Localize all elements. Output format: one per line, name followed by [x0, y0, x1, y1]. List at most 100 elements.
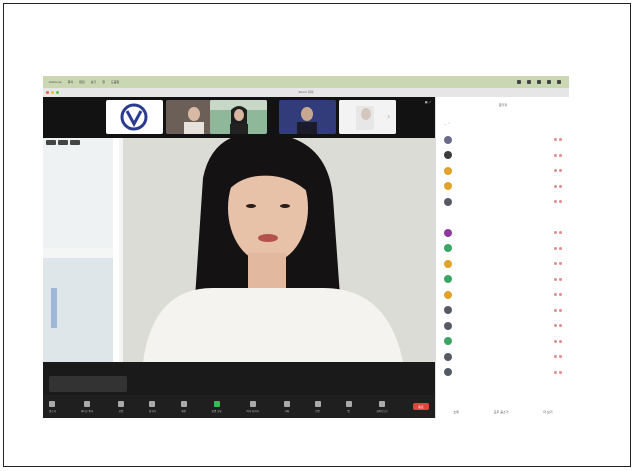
logo-emblem-icon — [120, 103, 148, 131]
mute-all-button[interactable]: 모두 음소거 — [494, 410, 509, 414]
control-video[interactable]: 비디오 중지 — [81, 400, 93, 413]
menu-item-zoom[interactable]: zoom.us — [49, 80, 62, 84]
control-reactions[interactable]: 반응 — [314, 400, 321, 413]
mic-muted-icon — [554, 277, 562, 281]
avatar — [444, 352, 452, 361]
list-item[interactable] — [444, 132, 562, 148]
avatar — [444, 368, 452, 377]
control-apps[interactable]: 앱 — [345, 400, 352, 413]
battery-icon[interactable] — [527, 80, 531, 84]
participant-thumb-4[interactable] — [279, 100, 336, 134]
menu-item-edit[interactable]: 편집 — [79, 80, 85, 84]
control-record[interactable]: 기록 — [283, 400, 290, 413]
participant-video-icon — [279, 100, 336, 134]
search-icon[interactable] — [537, 80, 541, 84]
participant-thumb-1[interactable] — [106, 100, 163, 134]
multi-share-icon — [249, 400, 256, 407]
control-share-screen[interactable]: 화면 공유 — [212, 400, 222, 413]
list-item[interactable] — [444, 163, 562, 179]
list-item[interactable] — [444, 225, 562, 241]
avatar — [444, 321, 452, 330]
control-label: 기록 — [284, 409, 290, 413]
control-participants[interactable]: 참가자 — [149, 400, 156, 413]
camera-icon — [83, 400, 90, 407]
avatar — [444, 306, 452, 315]
mic-muted-icon — [554, 293, 562, 297]
avatar — [444, 275, 452, 284]
closed-caption-box — [49, 376, 127, 392]
list-item[interactable] — [444, 148, 562, 164]
window-title: Zoom 회의 — [298, 90, 314, 94]
mic-muted-icon — [554, 262, 562, 266]
mic-muted-icon — [554, 231, 562, 235]
list-item[interactable] — [444, 179, 562, 195]
list-item[interactable] — [444, 334, 562, 350]
zoom-window: Zoom 회의 › ▦ ⤢ 음소거 비디오 중지 보안 참가자 채팅 화면 공유… — [43, 88, 570, 418]
more-button[interactable]: 더 보기 — [543, 410, 552, 414]
list-item[interactable] — [444, 241, 562, 257]
chevron-right-icon[interactable]: › — [387, 112, 390, 121]
control-label: 앱 — [347, 409, 350, 413]
avatar — [444, 182, 452, 191]
window-titlebar: Zoom 회의 — [43, 88, 569, 97]
view-options-icon[interactable]: ▦ ⤢ — [425, 100, 431, 104]
control-chat[interactable]: 채팅 — [180, 400, 187, 413]
control-whiteboard[interactable]: 화이트보드 — [376, 400, 388, 413]
close-window-icon[interactable] — [46, 91, 49, 94]
mac-menu-bar: zoom.us 회의 편집 보기 창 도움말 — [43, 76, 569, 88]
menu-item-meeting[interactable]: 회의 — [68, 80, 74, 84]
avatar — [444, 197, 452, 206]
control-multi-share[interactable]: 여러 참가자 — [246, 400, 259, 413]
speaker-video-frame — [43, 138, 435, 362]
control-mute[interactable]: 음소거 — [49, 400, 56, 413]
mic-muted-icon — [554, 246, 562, 250]
minimize-window-icon[interactable] — [51, 91, 54, 94]
list-item[interactable] — [444, 194, 562, 210]
participant-list — [444, 132, 562, 380]
control-label: 화이트보드 — [376, 409, 388, 413]
gallery-view-button[interactable] — [58, 140, 68, 145]
invite-button[interactable]: 초대 — [453, 410, 459, 414]
pin-view-button[interactable] — [70, 140, 80, 145]
maximize-window-icon[interactable] — [56, 91, 59, 94]
mic-muted-icon — [554, 355, 562, 359]
control-security[interactable]: 보안 — [118, 400, 125, 413]
control-label: 음소거 — [49, 409, 56, 413]
apps-icon — [345, 400, 352, 407]
list-item[interactable] — [444, 365, 562, 381]
list-item[interactable] — [444, 272, 562, 288]
menu-item-view[interactable]: 보기 — [91, 80, 97, 84]
avatar — [444, 337, 452, 346]
list-item[interactable] — [444, 256, 562, 272]
control-center-icon[interactable] — [547, 80, 551, 84]
whiteboard-icon — [379, 400, 386, 407]
avatar — [444, 151, 452, 160]
meeting-area: › ▦ ⤢ 음소거 비디오 중지 보안 참가자 채팅 화면 공유 여러 참가자 … — [43, 97, 435, 418]
mic-muted-icon — [554, 184, 562, 188]
mic-muted-icon — [554, 138, 562, 142]
mic-muted-icon — [554, 324, 562, 328]
control-label: 채팅 — [181, 409, 187, 413]
mic-muted-icon — [554, 339, 562, 343]
panel-title: 참가자 — [498, 103, 508, 107]
participant-thumb-3[interactable] — [210, 100, 267, 134]
list-item[interactable] — [444, 349, 562, 365]
menu-item-help[interactable]: 도움말 — [111, 80, 119, 84]
share-screen-icon — [213, 400, 220, 407]
avatar — [444, 135, 452, 144]
menu-item-window[interactable]: 창 — [102, 80, 105, 84]
active-speaker-video — [43, 138, 435, 362]
end-meeting-button[interactable]: 종료 — [412, 403, 429, 410]
list-item[interactable] — [444, 287, 562, 303]
participant-strip: › ▦ ⤢ — [43, 97, 435, 138]
list-item[interactable] — [444, 318, 562, 334]
panel-collapse-icon[interactable]: ⌄ ⌃ — [444, 122, 450, 126]
mic-muted-icon — [554, 308, 562, 312]
mic-muted-icon — [554, 370, 562, 374]
wifi-icon[interactable] — [517, 80, 521, 84]
speaker-view-button[interactable] — [46, 140, 56, 145]
control-label: 여러 참가자 — [246, 409, 259, 413]
list-item[interactable] — [444, 303, 562, 319]
control-label: 보안 — [118, 409, 124, 413]
section-label — [444, 210, 562, 226]
